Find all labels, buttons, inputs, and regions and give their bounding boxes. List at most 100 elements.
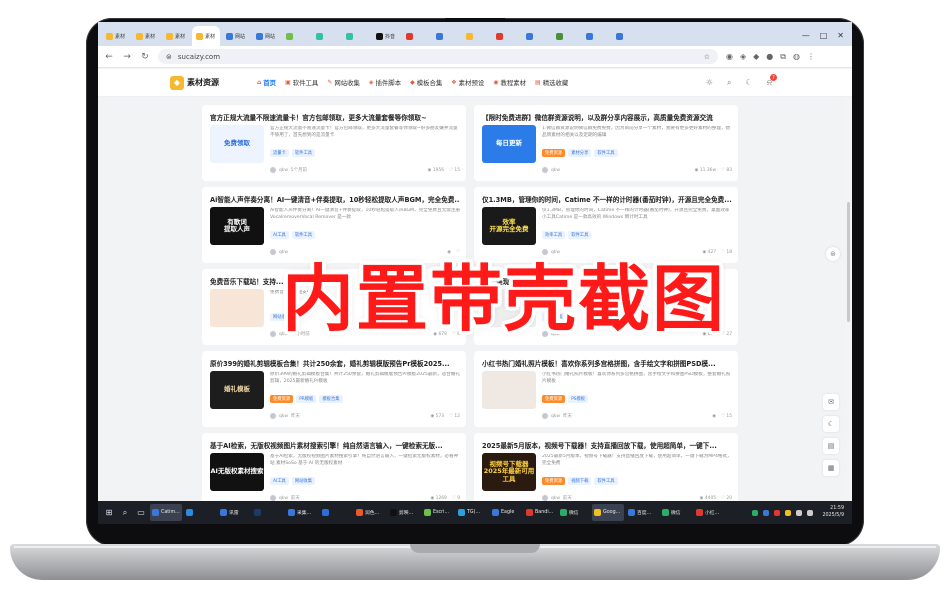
minimize-icon[interactable]: — (802, 31, 810, 40)
author-name[interactable]: qkw (551, 168, 560, 173)
site-logo[interactable]: ◆ 素材资源 (170, 75, 219, 90)
post-tag[interactable]: 素材分享 (568, 149, 592, 157)
post-thumbnail[interactable] (482, 371, 536, 409)
page-scrollbar-thumb[interactable] (847, 202, 850, 322)
post-card[interactable]: 原价399的婚礼剪辑模板合集！共计250余套，婚礼剪辑模版预告Pr模板2025.… (202, 351, 466, 427)
taskbar-app[interactable] (320, 504, 352, 521)
post-card[interactable]: 2025最新5月版本，视频号下载器！支持直播回放下载，使用超简单，一键下... 视… (474, 433, 738, 501)
taskbar-app[interactable]: Bandi... (524, 504, 556, 521)
like-count[interactable]: ♡ 83 (721, 168, 732, 173)
post-tag[interactable]: 免费资源 (542, 395, 566, 403)
author-avatar[interactable] (270, 413, 276, 419)
like-count[interactable]: ♡ 12 (449, 414, 460, 419)
post-card[interactable]: 【限时免费进群】微信群资源说明，以及群分享内容展示，高质量免费资源交流 每日更新 1… (474, 105, 738, 181)
post-thumbnail[interactable]: 免费领取 (210, 125, 264, 163)
floating-ad-icon[interactable]: ⊛ (826, 247, 840, 261)
author-name[interactable]: qkw (551, 414, 560, 419)
tray-wifi-icon[interactable] (796, 509, 803, 516)
taskbar-app[interactable]: Goog... (592, 504, 624, 521)
tray-app-icon[interactable] (774, 509, 781, 516)
post-title[interactable]: 仅1.3MB，管理你的时间，Catime 不一样的计时器(番茄时钟)，开源且完全… (482, 194, 732, 204)
back-icon[interactable]: ← (104, 52, 114, 62)
post-tag[interactable]: 软件工具 (291, 231, 315, 239)
post-card[interactable]: 基于AI检索，无版权视频图片素材搜索引擎！纯自然语言输入，一键检索无版... AI… (202, 433, 466, 501)
task-view-icon[interactable]: ▭ (134, 506, 148, 520)
nav-item[interactable]: ✎ 网站收集 (327, 78, 360, 87)
browser-tab[interactable] (492, 26, 520, 46)
tray-app-icon[interactable] (763, 509, 770, 516)
taskbar-app[interactable]: Eagle (490, 504, 522, 521)
post-tag[interactable]: 免费资源 (542, 149, 566, 157)
browser-tab[interactable] (432, 26, 460, 46)
post-tag[interactable]: PR模板 (296, 395, 317, 403)
profile-icon[interactable]: ◍ (793, 52, 800, 62)
lightbulb-icon[interactable]: ☼ (706, 78, 713, 88)
post-card[interactable]: 官方正规大流量不限速流量卡！官方包邮领取，更多大流量套餐等你领取~ 免费领取 官方正… (202, 105, 466, 181)
browser-tab[interactable] (312, 26, 340, 46)
author-avatar[interactable] (270, 249, 276, 255)
post-tag[interactable]: 免费资源 (542, 477, 566, 485)
extensions-puzzle-icon[interactable]: ⧉ (780, 52, 786, 62)
menu-kebab-icon[interactable]: ⋮ (807, 52, 815, 62)
extension-icon[interactable]: ● (766, 52, 773, 62)
browser-tab[interactable] (342, 26, 370, 46)
browser-tab[interactable] (552, 26, 580, 46)
notification-bell-icon[interactable]: ⍾ 7 (767, 73, 777, 88)
taskbar-app[interactable]: 剪映... (388, 504, 420, 521)
bookmark-star-icon[interactable]: ☆ (704, 53, 710, 61)
close-icon[interactable]: ✕ (837, 31, 844, 40)
post-thumbnail[interactable]: AI无版权素材搜索 (210, 453, 264, 491)
taskbar-app[interactable]: 润色... (354, 504, 386, 521)
dark-mode-icon[interactable]: ☾ (823, 416, 839, 432)
taskbar-app[interactable]: 采集... (286, 504, 318, 521)
nav-item[interactable]: ◈ 插件脚本 (369, 78, 401, 87)
author-avatar[interactable] (542, 167, 548, 173)
author-avatar[interactable] (270, 331, 276, 337)
taskbar-app[interactable]: 微信 (660, 504, 692, 521)
browser-tab[interactable] (612, 26, 640, 46)
browser-tab[interactable]: 素材 (102, 26, 130, 46)
tray-volume-icon[interactable] (807, 509, 814, 516)
browser-tab[interactable]: 素材 (192, 26, 220, 46)
post-thumbnail[interactable]: 每日更新 (482, 125, 536, 163)
taskbar-app[interactable] (184, 504, 216, 521)
windows-start-icon[interactable]: ⊞ (102, 506, 116, 520)
extension-icon[interactable]: ◉ (726, 52, 733, 62)
forward-icon[interactable]: → (122, 52, 132, 62)
like-count[interactable]: ♡ 15 (721, 414, 732, 419)
tray-app-icon[interactable] (785, 509, 792, 516)
post-tag[interactable]: 软件工具 (594, 149, 618, 157)
reload-icon[interactable]: ↻ (140, 52, 150, 62)
nav-item[interactable]: ◉ 教程素材 (493, 78, 526, 87)
document-icon[interactable]: ▤ (823, 438, 839, 454)
post-tag[interactable]: PS模板 (568, 395, 589, 403)
author-avatar[interactable] (270, 167, 276, 173)
browser-tab[interactable]: 素材 (162, 26, 190, 46)
browser-tab[interactable]: 网站 (252, 26, 280, 46)
like-count[interactable]: ♡ 15 (449, 168, 460, 173)
taskbar-clock[interactable]: 21:59 2025/5/9 (822, 506, 844, 518)
browser-tab[interactable]: 素材 (132, 26, 160, 46)
taskbar-app[interactable] (252, 504, 284, 521)
taskbar-app[interactable]: TG(... (456, 504, 488, 521)
author-name[interactable]: qkw (279, 414, 288, 419)
extension-icon[interactable]: ◈ (740, 52, 746, 62)
taskbar-app[interactable]: Escri... (422, 504, 454, 521)
author-name[interactable]: qkw (279, 496, 288, 501)
post-title[interactable]: 小红书热门婚礼照片模板！喜欢你系列多宫格拼图，含手绘文字和拼图PSD模... (482, 358, 732, 368)
grid-icon[interactable]: ▦ (823, 460, 839, 476)
post-thumbnail[interactable]: 婚礼模板 (210, 371, 264, 409)
address-bar[interactable]: ⊜ sucaizy.com ☆ (158, 49, 718, 64)
site-info-icon[interactable]: ⊜ (166, 53, 172, 61)
search-icon[interactable]: ⌕ (727, 78, 731, 88)
like-count[interactable]: ♡ 9 (452, 496, 460, 501)
post-title[interactable]: 官方正规大流量不限速流量卡！官方包邮领取，更多大流量套餐等你领取~ (210, 112, 460, 122)
post-title[interactable]: Ai智能人声伴奏分离！AI一键清音+伴奏提取，10秒轻松提取人声BGM，完全免费… (210, 194, 460, 204)
post-tag[interactable]: 模板合集 (319, 395, 343, 403)
moon-icon[interactable]: ☾ (746, 78, 753, 88)
post-tag[interactable]: AI工具 (270, 477, 289, 485)
browser-tab[interactable] (522, 26, 550, 46)
search-icon[interactable]: ⌕ (118, 506, 132, 520)
post-tag[interactable]: 效率工具 (542, 231, 566, 239)
nav-item[interactable]: ◆ 模板合集 (410, 78, 442, 87)
